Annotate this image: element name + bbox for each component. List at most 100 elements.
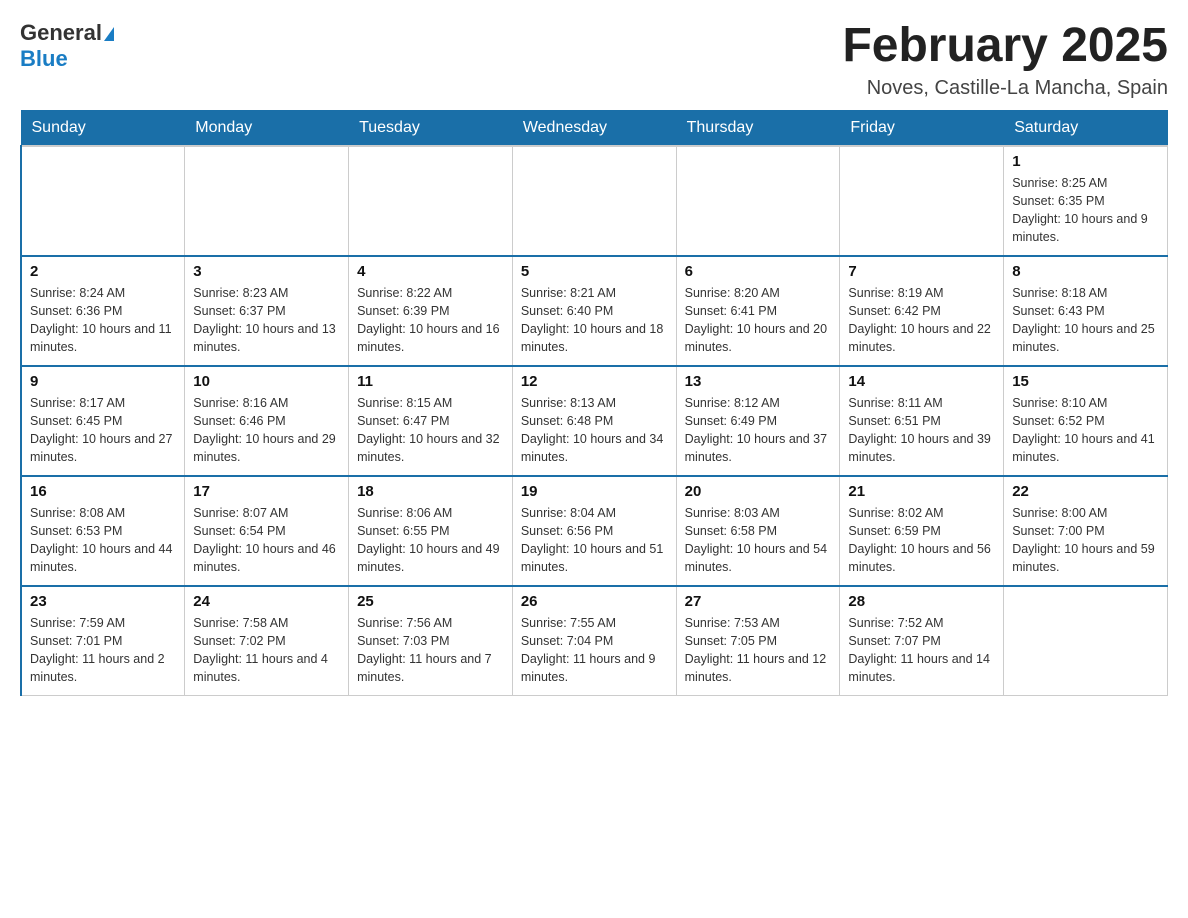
calendar-cell: 2 Sunrise: 8:24 AM Sunset: 6:36 PM Daylig…: [21, 256, 185, 366]
day-info: Sunrise: 8:04 AM Sunset: 6:56 PM Dayligh…: [521, 504, 668, 577]
day-number: 28: [848, 593, 995, 610]
day-number: 11: [357, 373, 504, 390]
day-info: Sunrise: 8:22 AM Sunset: 6:39 PM Dayligh…: [357, 284, 504, 357]
day-header-thursday: Thursday: [676, 110, 840, 146]
day-number: 3: [193, 263, 340, 280]
day-number: 17: [193, 483, 340, 500]
logo-top-line: General: [20, 20, 114, 46]
day-number: 18: [357, 483, 504, 500]
calendar-cell: [512, 146, 676, 256]
day-number: 13: [685, 373, 832, 390]
calendar-cell: [21, 146, 185, 256]
calendar-cell: 12 Sunrise: 8:13 AM Sunset: 6:48 PM Dayli…: [512, 366, 676, 476]
day-info: Sunrise: 7:59 AM Sunset: 7:01 PM Dayligh…: [30, 614, 176, 687]
calendar-cell: 15Sunrise: 8:10 AM Sunset: 6:52 PM Dayli…: [1004, 366, 1168, 476]
day-info: Sunrise: 8:13 AM Sunset: 6:48 PM Dayligh…: [521, 394, 668, 467]
calendar-week-2: 2 Sunrise: 8:24 AM Sunset: 6:36 PM Daylig…: [21, 256, 1168, 366]
calendar-week-3: 9Sunrise: 8:17 AM Sunset: 6:45 PM Daylig…: [21, 366, 1168, 476]
day-info: Sunrise: 8:07 AM Sunset: 6:54 PM Dayligh…: [193, 504, 340, 577]
day-number: 19: [521, 483, 668, 500]
day-info: Sunrise: 8:00 AM Sunset: 7:00 PM Dayligh…: [1012, 504, 1159, 577]
calendar-week-5: 23 Sunrise: 7:59 AM Sunset: 7:01 PM Dayli…: [21, 586, 1168, 696]
day-info: Sunrise: 8:20 AM Sunset: 6:41 PM Dayligh…: [685, 284, 832, 357]
calendar-cell: 14 Sunrise: 8:11 AM Sunset: 6:51 PM Dayli…: [840, 366, 1004, 476]
calendar-cell: 4 Sunrise: 8:22 AM Sunset: 6:39 PM Daylig…: [349, 256, 513, 366]
calendar-cell: 20 Sunrise: 8:03 AM Sunset: 6:58 PM Dayli…: [676, 476, 840, 586]
calendar-cell: 1 Sunrise: 8:25 AM Sunset: 6:35 PM Daylig…: [1004, 146, 1168, 256]
day-number: 4: [357, 263, 504, 280]
day-number: 1: [1012, 153, 1159, 170]
day-header-saturday: Saturday: [1004, 110, 1168, 146]
day-info: Sunrise: 8:06 AM Sunset: 6:55 PM Dayligh…: [357, 504, 504, 577]
day-info: Sunrise: 8:11 AM Sunset: 6:51 PM Dayligh…: [848, 394, 995, 467]
day-number: 9: [30, 373, 176, 390]
day-number: 7: [848, 263, 995, 280]
calendar-cell: 13Sunrise: 8:12 AM Sunset: 6:49 PM Dayli…: [676, 366, 840, 476]
day-header-friday: Friday: [840, 110, 1004, 146]
calendar-header: SundayMondayTuesdayWednesdayThursdayFrid…: [21, 110, 1168, 146]
calendar-title: February 2025: [842, 20, 1168, 73]
calendar-body: 1 Sunrise: 8:25 AM Sunset: 6:35 PM Daylig…: [21, 146, 1168, 696]
day-info: Sunrise: 7:53 AM Sunset: 7:05 PM Dayligh…: [685, 614, 832, 687]
day-number: 12: [521, 373, 668, 390]
day-info: Sunrise: 8:03 AM Sunset: 6:58 PM Dayligh…: [685, 504, 832, 577]
day-number: 27: [685, 593, 832, 610]
logo: General Blue: [20, 20, 114, 73]
page-header: General Blue February 2025 Noves, Castil…: [20, 20, 1168, 100]
day-number: 20: [685, 483, 832, 500]
day-info: Sunrise: 7:56 AM Sunset: 7:03 PM Dayligh…: [357, 614, 504, 687]
day-number: 5: [521, 263, 668, 280]
calendar-cell: [349, 146, 513, 256]
day-info: Sunrise: 8:15 AM Sunset: 6:47 PM Dayligh…: [357, 394, 504, 467]
title-area: February 2025 Noves, Castille-La Mancha,…: [842, 20, 1168, 100]
calendar-cell: 5Sunrise: 8:21 AM Sunset: 6:40 PM Daylig…: [512, 256, 676, 366]
logo-blue-text: Blue: [20, 46, 114, 72]
calendar-cell: 6Sunrise: 8:20 AM Sunset: 6:41 PM Daylig…: [676, 256, 840, 366]
day-info: Sunrise: 7:58 AM Sunset: 7:02 PM Dayligh…: [193, 614, 340, 687]
day-number: 22: [1012, 483, 1159, 500]
calendar-cell: 16 Sunrise: 8:08 AM Sunset: 6:53 PM Dayli…: [21, 476, 185, 586]
day-header-wednesday: Wednesday: [512, 110, 676, 146]
day-number: 10: [193, 373, 340, 390]
calendar-cell: 17 Sunrise: 8:07 AM Sunset: 6:54 PM Dayli…: [185, 476, 349, 586]
calendar-cell: 19 Sunrise: 8:04 AM Sunset: 6:56 PM Dayli…: [512, 476, 676, 586]
logo-general-text: General: [20, 20, 102, 45]
calendar-cell: [185, 146, 349, 256]
calendar-cell: 24Sunrise: 7:58 AM Sunset: 7:02 PM Dayli…: [185, 586, 349, 696]
calendar-cell: 3 Sunrise: 8:23 AM Sunset: 6:37 PM Daylig…: [185, 256, 349, 366]
calendar-cell: [676, 146, 840, 256]
day-info: Sunrise: 8:19 AM Sunset: 6:42 PM Dayligh…: [848, 284, 995, 357]
day-info: Sunrise: 8:23 AM Sunset: 6:37 PM Dayligh…: [193, 284, 340, 357]
day-number: 23: [30, 593, 176, 610]
calendar-cell: 9Sunrise: 8:17 AM Sunset: 6:45 PM Daylig…: [21, 366, 185, 476]
day-info: Sunrise: 8:24 AM Sunset: 6:36 PM Dayligh…: [30, 284, 176, 357]
day-header-sunday: Sunday: [21, 110, 185, 146]
calendar-subtitle: Noves, Castille-La Mancha, Spain: [842, 77, 1168, 100]
calendar-week-1: 1 Sunrise: 8:25 AM Sunset: 6:35 PM Daylig…: [21, 146, 1168, 256]
day-info: Sunrise: 7:52 AM Sunset: 7:07 PM Dayligh…: [848, 614, 995, 687]
calendar-cell: 7 Sunrise: 8:19 AM Sunset: 6:42 PM Daylig…: [840, 256, 1004, 366]
day-number: 8: [1012, 263, 1159, 280]
day-header-tuesday: Tuesday: [349, 110, 513, 146]
calendar-cell: [840, 146, 1004, 256]
day-number: 14: [848, 373, 995, 390]
calendar-cell: 8 Sunrise: 8:18 AM Sunset: 6:43 PM Daylig…: [1004, 256, 1168, 366]
day-info: Sunrise: 8:25 AM Sunset: 6:35 PM Dayligh…: [1012, 174, 1159, 247]
day-header-monday: Monday: [185, 110, 349, 146]
calendar-cell: 23 Sunrise: 7:59 AM Sunset: 7:01 PM Dayli…: [21, 586, 185, 696]
calendar-cell: 26Sunrise: 7:55 AM Sunset: 7:04 PM Dayli…: [512, 586, 676, 696]
days-of-week-row: SundayMondayTuesdayWednesdayThursdayFrid…: [21, 110, 1168, 146]
calendar-cell: [1004, 586, 1168, 696]
day-info: Sunrise: 8:08 AM Sunset: 6:53 PM Dayligh…: [30, 504, 176, 577]
calendar-cell: 27 Sunrise: 7:53 AM Sunset: 7:05 PM Dayli…: [676, 586, 840, 696]
day-info: Sunrise: 8:18 AM Sunset: 6:43 PM Dayligh…: [1012, 284, 1159, 357]
calendar-cell: 22 Sunrise: 8:00 AM Sunset: 7:00 PM Dayli…: [1004, 476, 1168, 586]
day-number: 26: [521, 593, 668, 610]
calendar-cell: 21Sunrise: 8:02 AM Sunset: 6:59 PM Dayli…: [840, 476, 1004, 586]
day-number: 2: [30, 263, 176, 280]
calendar-cell: 18 Sunrise: 8:06 AM Sunset: 6:55 PM Dayli…: [349, 476, 513, 586]
day-number: 16: [30, 483, 176, 500]
calendar-week-4: 16 Sunrise: 8:08 AM Sunset: 6:53 PM Dayli…: [21, 476, 1168, 586]
day-number: 21: [848, 483, 995, 500]
calendar-table: SundayMondayTuesdayWednesdayThursdayFrid…: [20, 110, 1168, 697]
